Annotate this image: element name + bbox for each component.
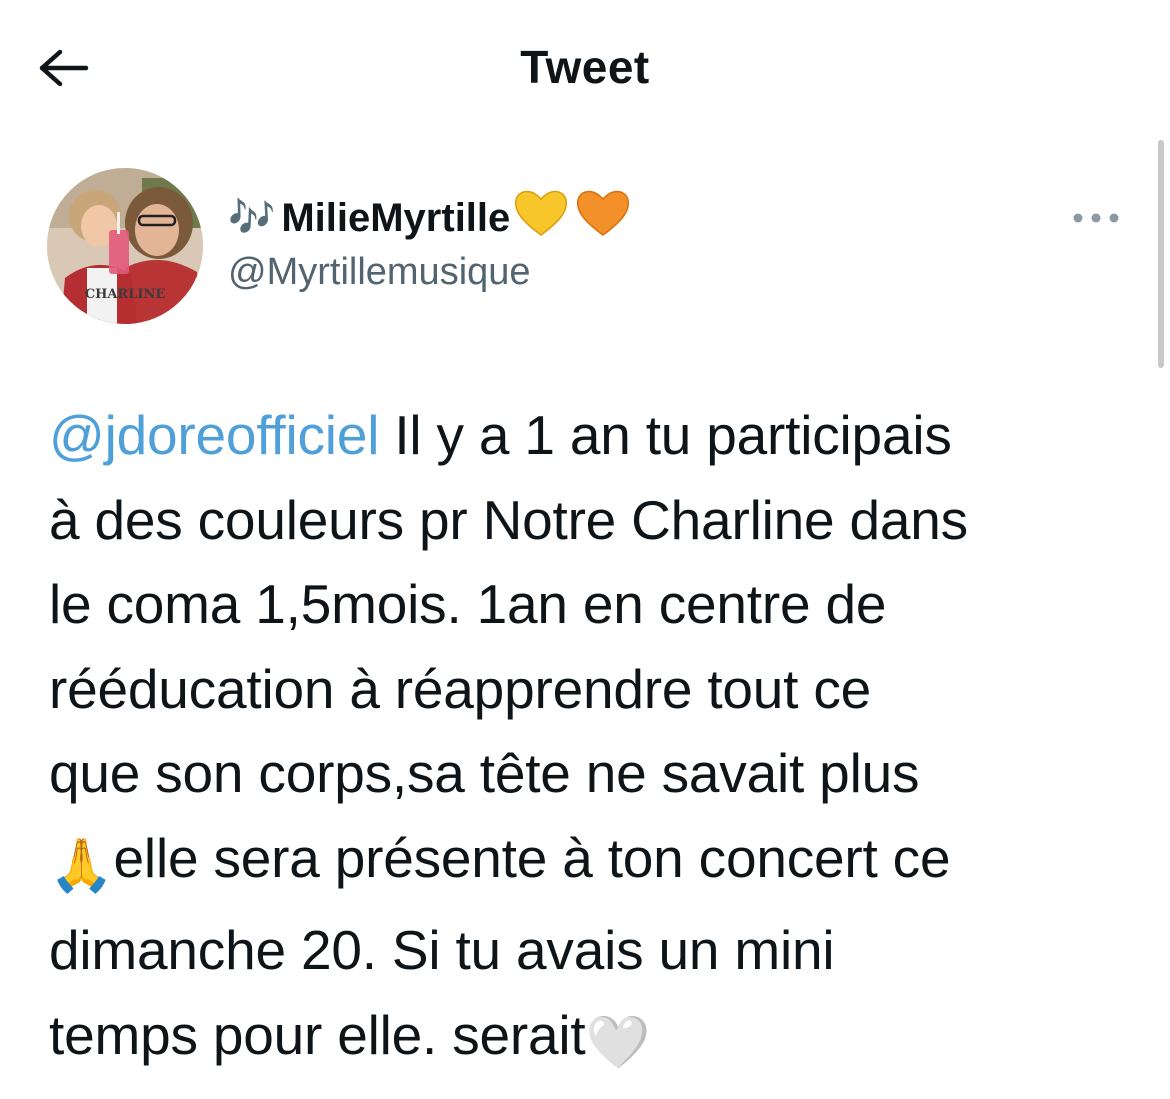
tweet-text-segment: elle sera présente à ton concert ce [113, 826, 951, 889]
author-display-name[interactable]: 🎶 MilieMyrtille [228, 190, 632, 244]
author-handle[interactable]: @Myrtillemusique [228, 251, 531, 294]
author-name-text: MilieMyrtille [281, 195, 511, 240]
avatar[interactable]: CHARLINE [47, 168, 203, 324]
orange-heart-icon [574, 187, 632, 249]
more-button[interactable] [1068, 200, 1124, 236]
music-notes-icon: 🎶 [228, 197, 276, 239]
top-bar: Tweet [0, 0, 1170, 130]
scrollbar[interactable] [1158, 140, 1164, 368]
more-horizontal-icon [1073, 213, 1119, 223]
tweet-line-3: le coma 1,5mois. 1an en centre de [49, 573, 887, 635]
tweet-text-segment: Il y a 1 an tu participais [379, 404, 952, 466]
tweet-line-6: 🙏elle sera présente à ton concert ce [49, 816, 1139, 909]
page-title: Tweet [520, 41, 650, 93]
svg-text:CHARLINE: CHARLINE [85, 287, 166, 302]
tweet-line-8: temps pour elle. serait🤍 [49, 993, 1139, 1086]
tweet-line-7: dimanche 20. Si tu avais un mini [49, 919, 835, 981]
avatar-photo: CHARLINE [47, 168, 203, 324]
tweet-line-2: à des couleurs pr Notre Charline dans [49, 488, 968, 551]
tweet-text: @jdoreofficiel Il y a 1 an tu participai… [49, 393, 1139, 1085]
yellow-heart-icon [512, 187, 570, 249]
tweet-line-1: @jdoreofficiel Il y a 1 an tu participai… [49, 393, 1139, 478]
tweet-line-5: que son corps,sa tête ne savait plus [49, 742, 920, 804]
mention-link[interactable]: @jdoreofficiel [49, 404, 379, 466]
praying-hands-icon: 🙏 [49, 836, 114, 895]
white-heart-icon: 🤍 [585, 1013, 651, 1072]
tweet-text-segment: temps pour elle. serait [49, 1003, 586, 1066]
tweet-line-4: rééducation à réapprendre tout ce [49, 657, 872, 720]
